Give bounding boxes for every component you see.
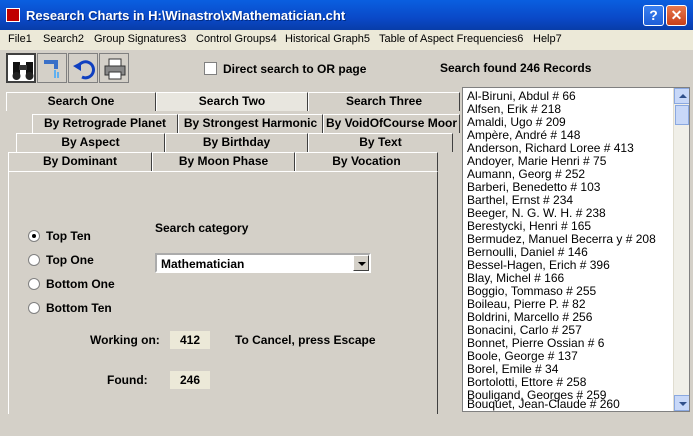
direct-search-checkbox[interactable]: [204, 62, 217, 75]
binoculars-icon: [12, 62, 34, 80]
search-two-panel: [8, 171, 438, 426]
binoculars-search-button[interactable]: [6, 53, 36, 83]
undo-button[interactable]: [68, 53, 98, 83]
cancel-hint: To Cancel, press Escape: [235, 333, 376, 347]
printer-icon: [104, 58, 126, 80]
window-title: Research Charts in H:\Winastro\xMathemat…: [26, 8, 346, 23]
menu-bar: File1 Search2 Group Signatures3 Control …: [0, 30, 693, 50]
search-found-count: Search found 246 Records: [440, 61, 592, 75]
tab-by-text[interactable]: By Text: [308, 133, 453, 152]
radio-bottom-one[interactable]: [28, 278, 40, 290]
tab-search-three[interactable]: Search Three: [308, 92, 460, 111]
radio-top-one[interactable]: [28, 254, 40, 266]
help-button[interactable]: ?: [643, 5, 664, 26]
radio-top-ten-label: Top Ten: [46, 229, 91, 243]
menu-historical-graph[interactable]: Historical Graph5: [285, 33, 370, 45]
records-list[interactable]: Al-Biruni, Abdul # 66 Alfsen, Erik # 218…: [462, 87, 690, 412]
app-icon: [6, 8, 20, 22]
print-button[interactable]: [99, 53, 129, 83]
direct-search-label: Direct search to OR page: [223, 62, 367, 76]
menu-control-groups[interactable]: Control Groups4: [196, 33, 277, 45]
radio-top-ten[interactable]: [28, 230, 40, 242]
menu-file[interactable]: File1: [8, 33, 32, 45]
tab-search-two[interactable]: Search Two: [156, 92, 308, 111]
tab-by-vocation[interactable]: By Vocation: [295, 152, 438, 171]
radio-top-one-label: Top One: [46, 253, 94, 267]
menu-help[interactable]: Help7: [533, 33, 562, 45]
tab-retrograde-planet[interactable]: By Retrograde Planet: [32, 114, 178, 133]
menu-search[interactable]: Search2: [43, 33, 84, 45]
chevron-down-icon[interactable]: [353, 255, 369, 271]
found-label: Found:: [107, 373, 148, 387]
radio-bottom-ten-label: Bottom Ten: [46, 301, 112, 315]
tab-strongest-harmonic[interactable]: By Strongest Harmonic: [178, 114, 323, 133]
search-category-label: Search category: [155, 221, 249, 235]
radio-bottom-one-label: Bottom One: [46, 277, 115, 291]
working-on-label: Working on:: [90, 333, 160, 347]
close-button[interactable]: ✕: [666, 5, 687, 26]
tab-by-moon-phase[interactable]: By Moon Phase: [152, 152, 295, 171]
menu-table-aspect-frequencies[interactable]: Table of Aspect Frequencies6: [379, 33, 523, 45]
tab-by-birthday[interactable]: By Birthday: [165, 133, 308, 152]
search-category-select[interactable]: Mathematician: [155, 253, 371, 273]
tab-search-one[interactable]: Search One: [6, 92, 156, 111]
search-category-value: Mathematician: [161, 257, 245, 271]
research-charts-window: Research Charts in H:\Winastro\xMathemat…: [0, 0, 693, 436]
faucet-button[interactable]: [37, 53, 67, 83]
status-bar: [0, 414, 693, 436]
scroll-up-icon[interactable]: [674, 88, 689, 104]
menu-group-signatures[interactable]: Group Signatures3: [94, 33, 186, 45]
working-on-value: 412: [170, 331, 210, 349]
list-item[interactable]: Bouquet, Jean-Claude # 260: [467, 396, 673, 411]
radio-bottom-ten[interactable]: [28, 302, 40, 314]
tab-by-dominant[interactable]: By Dominant: [8, 152, 152, 171]
faucet-icon: [44, 60, 59, 78]
tab-voidofcourse-moon[interactable]: By VoidOfCourse Moor: [323, 114, 460, 133]
scroll-down-icon[interactable]: [674, 395, 689, 411]
title-bar[interactable]: Research Charts in H:\Winastro\xMathemat…: [0, 0, 693, 30]
undo-arrow-icon: [73, 60, 95, 80]
scroll-thumb[interactable]: [675, 105, 689, 125]
records-scrollbar[interactable]: [673, 88, 689, 411]
found-value: 246: [170, 371, 210, 389]
tab-by-aspect[interactable]: By Aspect: [16, 133, 165, 152]
